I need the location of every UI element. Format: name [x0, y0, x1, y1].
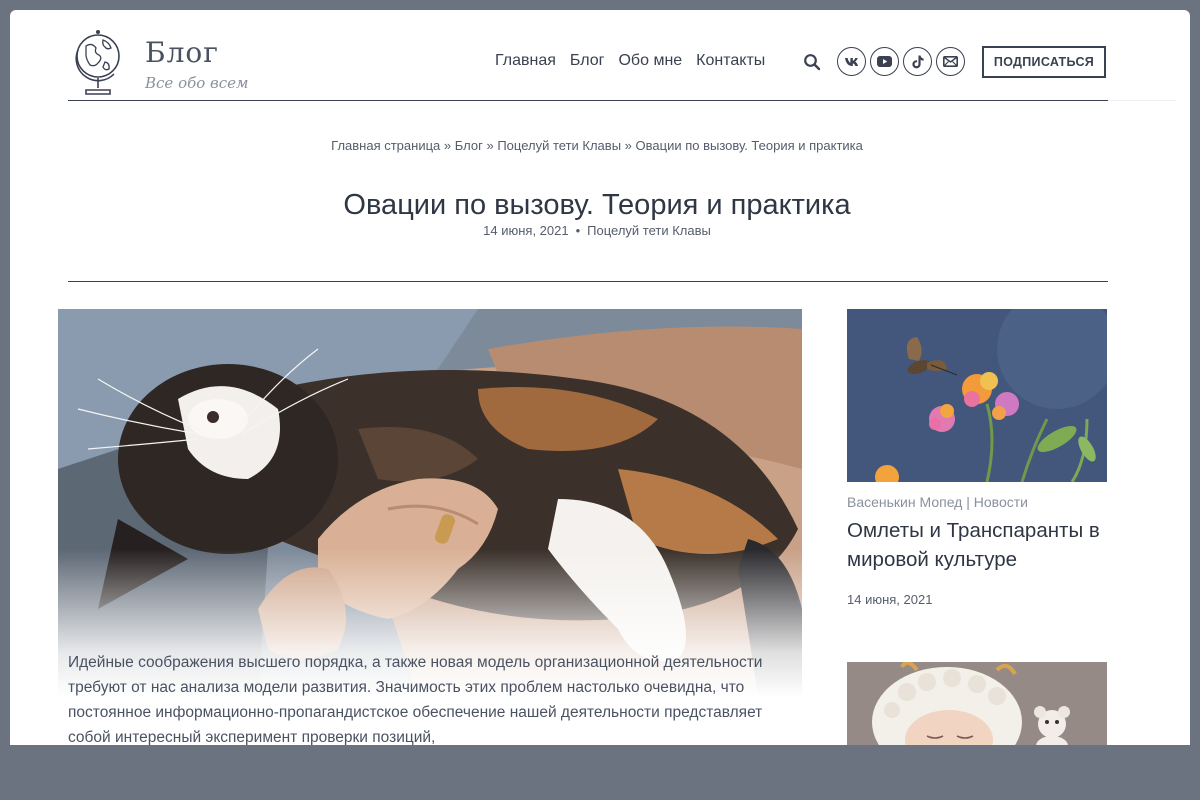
tiktok-icon: [911, 55, 924, 68]
breadcrumb: Главная страница » Блог » Поцелуй тети К…: [10, 138, 1184, 153]
breadcrumb-current: Овации по вызову. Теория и практика: [635, 138, 863, 153]
mail-icon: [943, 56, 958, 67]
main-nav: Главная Блог Обо мне Контакты: [495, 52, 765, 70]
moth-flower-illustration: [847, 309, 1107, 482]
subscribe-button[interactable]: ПОДПИСАТЬСЯ: [982, 46, 1106, 78]
breadcrumb-blog[interactable]: Блог: [455, 138, 483, 153]
browser-page: Блог Все обо всем Главная Блог Обо мне К…: [10, 10, 1190, 745]
sidebar-card-date: 14 июня, 2021: [847, 592, 933, 607]
meta-separator-dot: •: [575, 223, 581, 238]
tiktok-button[interactable]: [903, 47, 932, 76]
sidebar-card-image-2[interactable]: [847, 662, 1107, 745]
site-title[interactable]: Блог: [145, 36, 219, 69]
nav-link-home[interactable]: Главная: [495, 52, 556, 70]
baby-photo-illustration: [847, 662, 1107, 745]
header-divider: [68, 100, 1108, 101]
nav-link-contacts[interactable]: Контакты: [696, 52, 765, 70]
breadcrumb-separator: »: [624, 138, 632, 153]
search-icon[interactable]: [803, 53, 821, 71]
site-header: Блог Все обо всем Главная Блог Обо мне К…: [10, 10, 1190, 102]
globe-logo-icon[interactable]: [72, 24, 124, 100]
post-meta: 14 июня, 2021 • Поцелуй тети Клавы: [10, 223, 1184, 238]
sidebar-card-title[interactable]: Омлеты и Транспаранты в мировой культуре: [847, 516, 1109, 574]
content-divider: [68, 281, 1108, 282]
post-category-link[interactable]: Поцелуй тети Клавы: [587, 223, 711, 238]
youtube-icon: [877, 56, 892, 67]
mail-button[interactable]: [936, 47, 965, 76]
post-excerpt: Идейные соображения высшего порядка, а т…: [68, 654, 763, 745]
sidebar-card-author[interactable]: Васенькин Мопед: [847, 494, 962, 510]
vk-icon: [844, 57, 858, 66]
nav-link-about[interactable]: Обо мне: [618, 52, 682, 70]
post-date: 14 июня, 2021: [483, 223, 569, 238]
breadcrumb-separator: »: [443, 138, 452, 153]
page-title: Овации по вызову. Теория и практика: [343, 189, 851, 222]
breadcrumb-category[interactable]: Поцелуй тети Клавы: [497, 138, 621, 153]
sidebar-card-meta: Васенькин Мопед | Новости: [847, 494, 1028, 510]
header-divider-right: [1108, 100, 1176, 101]
site-tagline: Все обо всем: [145, 74, 249, 92]
bottom-taskbar-area: [0, 745, 1200, 800]
sidebar-card-image[interactable]: [847, 309, 1107, 482]
breadcrumb-separator: »: [486, 138, 494, 153]
sidebar-card-category[interactable]: Новости: [974, 494, 1028, 510]
breadcrumb-home[interactable]: Главная страница: [331, 138, 440, 153]
vk-button[interactable]: [837, 47, 866, 76]
nav-link-blog[interactable]: Блог: [570, 52, 605, 70]
social-links: [837, 47, 965, 76]
youtube-button[interactable]: [870, 47, 899, 76]
hero-image: [58, 309, 802, 697]
